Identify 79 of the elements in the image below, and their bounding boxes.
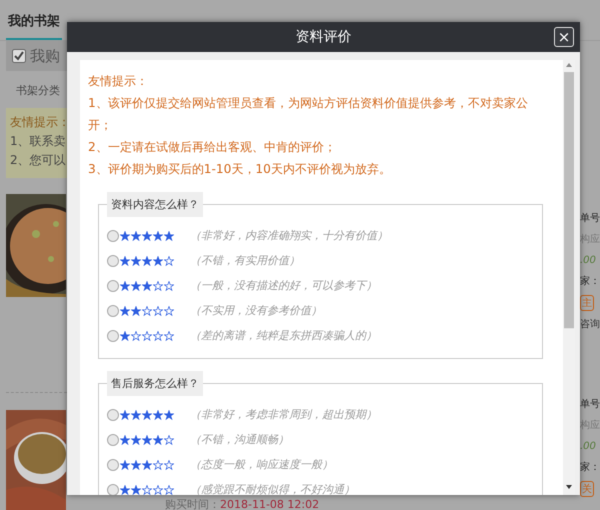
filled-star-icon bbox=[120, 256, 130, 266]
filled-star-icon bbox=[131, 280, 141, 290]
checkbox-icon bbox=[12, 49, 26, 63]
filled-star-icon bbox=[142, 256, 152, 266]
group-legend: 售后服务怎么样？ bbox=[107, 371, 203, 396]
filled-star-icon bbox=[164, 230, 174, 240]
radio-button[interactable] bbox=[107, 280, 119, 292]
empty-star-icon bbox=[164, 484, 174, 494]
seller-label: 家： bbox=[580, 274, 600, 289]
filled-star-icon bbox=[153, 256, 163, 266]
filled-star-icon bbox=[120, 410, 130, 420]
radio-button[interactable] bbox=[107, 304, 119, 316]
option-label: （非常好，内容准确翔实，十分有价值） bbox=[190, 228, 388, 243]
section-title: 我购 bbox=[30, 46, 60, 66]
filled-star-icon bbox=[131, 460, 141, 470]
filled-star-icon bbox=[120, 460, 130, 470]
filled-star-icon bbox=[153, 410, 163, 420]
tips-line: 1、该评价仅提交给网站管理员查看，为网站方评估资料价值提供参考，不对卖家公开； bbox=[88, 95, 529, 134]
tip-line: 1、联系卖 bbox=[10, 133, 63, 150]
empty-star-icon bbox=[164, 280, 174, 290]
filled-star-icon bbox=[153, 434, 163, 444]
filled-star-icon bbox=[153, 230, 163, 240]
option-label: （感觉跟不耐烦似得，不好沟通） bbox=[190, 482, 355, 495]
tip-line: 2、您可以 bbox=[10, 152, 63, 169]
empty-star-icon bbox=[164, 330, 174, 340]
empty-star-icon bbox=[142, 330, 152, 340]
empty-star-icon bbox=[153, 330, 163, 340]
order-price: .00 bbox=[580, 254, 597, 268]
filled-star-icon bbox=[142, 230, 152, 240]
seller-label: 家： bbox=[580, 460, 600, 475]
empty-star-icon bbox=[164, 460, 174, 470]
filled-star-icon bbox=[131, 410, 141, 420]
scrollbar[interactable] bbox=[563, 60, 575, 495]
filled-star-icon bbox=[142, 460, 152, 470]
option-label: （非常好，考虑非常周到，超出预期） bbox=[190, 407, 377, 422]
option-label: （不错，沟通顺畅） bbox=[190, 432, 289, 447]
close-button[interactable]: × bbox=[554, 27, 574, 47]
tips-title: 友情提示： bbox=[88, 73, 149, 90]
order-price: .00 bbox=[580, 440, 597, 454]
filled-star-icon bbox=[120, 280, 130, 290]
radio-button[interactable] bbox=[107, 330, 119, 342]
filled-star-icon bbox=[120, 484, 130, 494]
radio-button[interactable] bbox=[107, 434, 119, 446]
filled-star-icon bbox=[131, 230, 141, 240]
filled-star-icon bbox=[131, 256, 141, 266]
tips-line: 3、评价期为购买后的1-10天，10天内不评价视为放弃。 bbox=[88, 161, 392, 178]
filled-star-icon bbox=[131, 484, 141, 494]
radio-button[interactable] bbox=[107, 254, 119, 266]
option-label: （态度一般，响应速度一般） bbox=[190, 457, 333, 472]
dialog-title: 资料评价 bbox=[296, 28, 352, 46]
radio-button[interactable] bbox=[107, 458, 119, 470]
empty-star-icon bbox=[153, 484, 163, 494]
filled-star-icon bbox=[131, 306, 141, 316]
filled-star-icon bbox=[131, 434, 141, 444]
option-label: （差的离谱，纯粹是东拼西凑骗人的） bbox=[190, 328, 377, 343]
filled-star-icon bbox=[120, 434, 130, 444]
tip-title: 友情提示： bbox=[10, 114, 63, 131]
order-number: 单号 bbox=[580, 398, 600, 412]
filled-star-icon bbox=[142, 280, 152, 290]
filled-star-icon bbox=[120, 306, 130, 316]
tips-line: 2、一定请在试做后再给出客观、中肯的评价； bbox=[88, 139, 337, 156]
filled-star-icon bbox=[164, 410, 174, 420]
radio-button[interactable] bbox=[107, 484, 119, 495]
filled-star-icon bbox=[142, 410, 152, 420]
radio-button[interactable] bbox=[107, 408, 119, 420]
empty-star-icon bbox=[164, 306, 174, 316]
option-label: （一般，没有描述的好，可以参考下） bbox=[190, 278, 377, 293]
radio-button[interactable] bbox=[107, 230, 119, 242]
consult-label: 咨询 bbox=[580, 318, 600, 332]
option-label: （不实用，没有参考价值） bbox=[190, 303, 322, 318]
option-label: （不错，有实用价值） bbox=[190, 253, 300, 268]
purchase-time: 购买时间：2018-11-08 12:02 bbox=[165, 497, 320, 510]
order-number: 单号 bbox=[580, 212, 600, 226]
filled-star-icon bbox=[120, 230, 130, 240]
empty-star-icon bbox=[153, 306, 163, 316]
category-label: 书架分类 bbox=[15, 83, 61, 99]
group-legend: 资料内容怎么样？ bbox=[107, 192, 203, 217]
filled-star-icon bbox=[142, 434, 152, 444]
filled-star-icon bbox=[120, 330, 130, 340]
